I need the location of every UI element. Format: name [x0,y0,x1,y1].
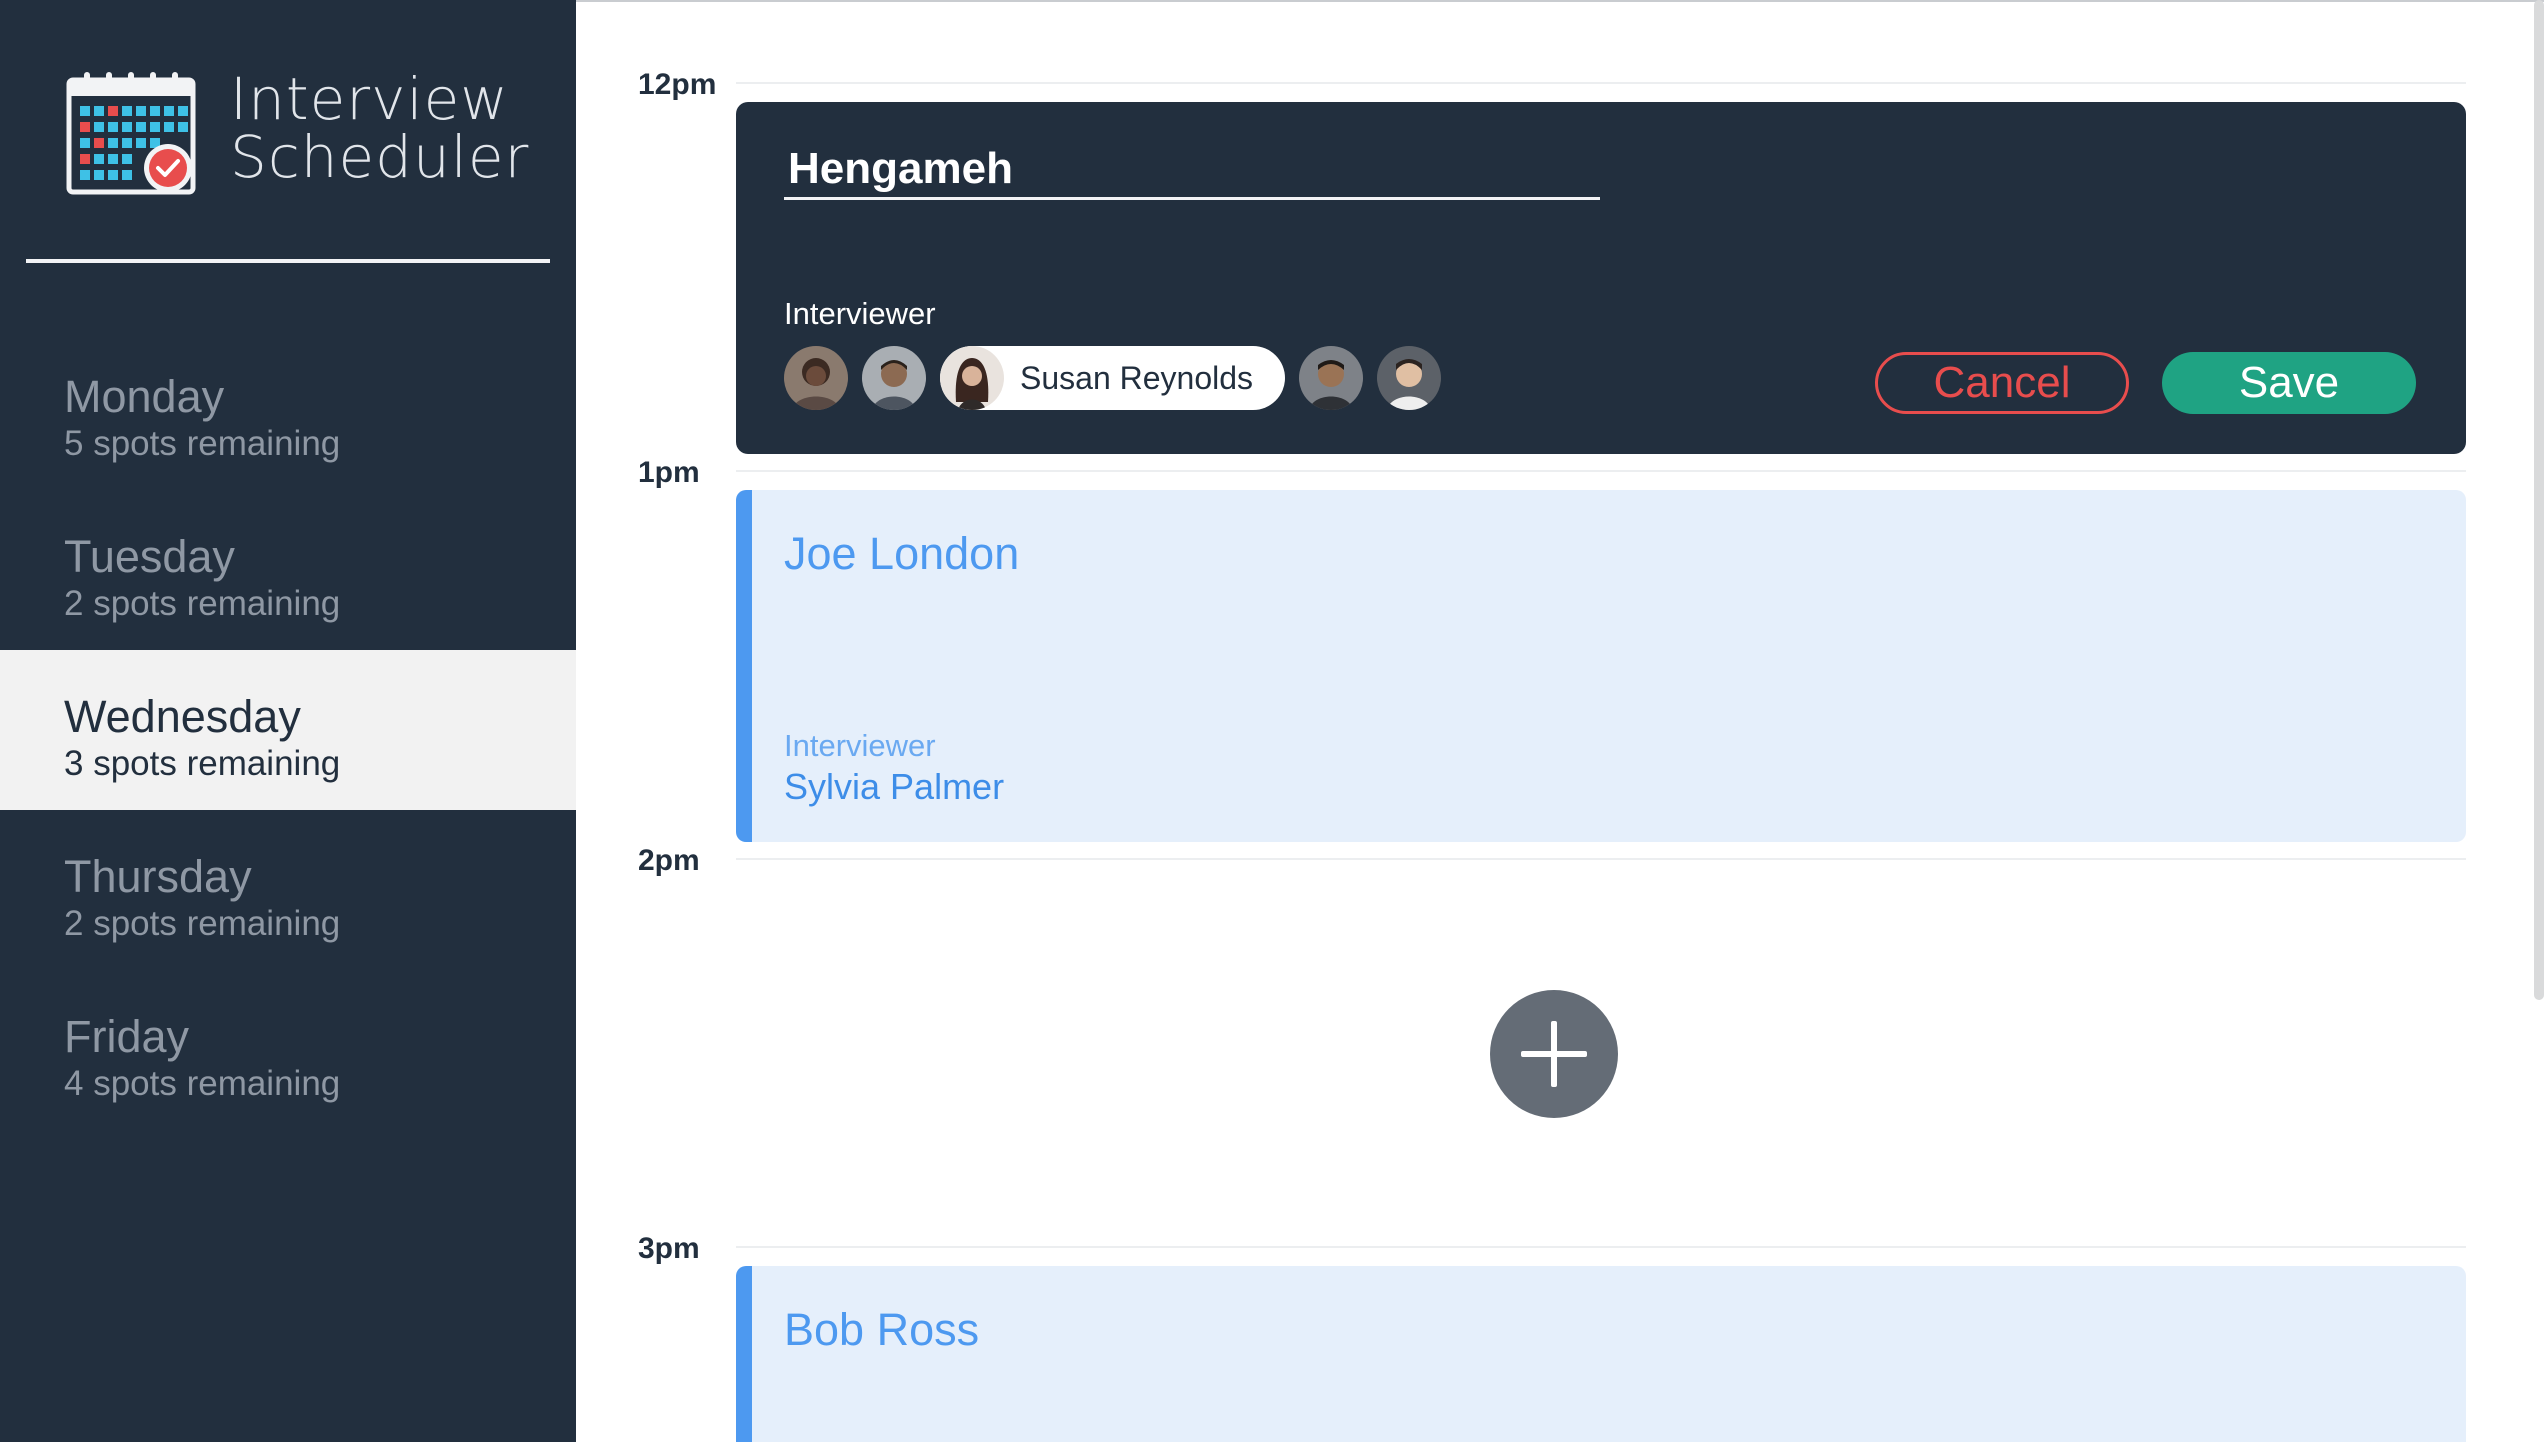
interviewer-avatar[interactable] [862,346,926,410]
interviewer-avatar[interactable] [1299,346,1364,410]
time-label-3pm: 3pm [638,1232,700,1265]
interviewer-list: Susan Reynolds [784,346,1455,410]
save-button[interactable]: Save [2162,352,2416,414]
sidebar: Interview Scheduler Monday 5 spots remai… [0,0,576,1442]
interviewer-avatar[interactable] [784,346,848,410]
appointment-form: Interviewer [736,102,2466,454]
day-item-tuesday[interactable]: Tuesday 2 spots remaining [0,490,576,650]
plus-icon [1521,1021,1587,1087]
day-item-thursday[interactable]: Thursday 2 spots remaining [0,810,576,970]
day-spots: 2 spots remaining [64,904,341,943]
app: Interview Scheduler Monday 5 spots remai… [0,0,2544,1442]
day-spots: 3 spots remaining [64,744,341,783]
day-name: Tuesday [64,531,235,582]
time-label-1pm: 1pm [638,456,700,489]
hour-divider [736,82,2466,84]
time-label-2pm: 2pm [638,844,700,877]
scrollbar[interactable] [2534,0,2544,1000]
appointment-interviewer-name: Sylvia Palmer [784,766,1005,807]
top-border [576,0,2544,2]
interviewer-avatar[interactable] [1377,346,1442,410]
hour-divider [736,1246,2466,1248]
interviewer-selected[interactable]: Susan Reynolds [940,346,1286,410]
day-item-friday[interactable]: Friday 4 spots remaining [0,970,576,1130]
interviewer-name: Susan Reynolds [1020,359,1254,396]
appointment-interviewer-label: Interviewer [784,728,936,763]
day-name: Thursday [64,851,252,902]
interviewer-label: Interviewer [784,296,936,331]
day-item-monday[interactable]: Monday 5 spots remaining [0,330,576,490]
student-name-input[interactable] [784,140,1600,200]
cancel-button[interactable]: Cancel [1875,352,2129,414]
add-appointment-button[interactable] [1490,990,1618,1118]
calendar-logo-icon [66,72,198,196]
appointment-student-name: Bob Ross [784,1304,980,1355]
hour-divider [736,858,2466,860]
day-spots: 5 spots remaining [64,424,341,463]
day-name: Wednesday [64,691,301,742]
interviewer-avatar [940,346,1004,410]
appointment-card[interactable]: Bob Ross [736,1266,2466,1442]
day-spots: 2 spots remaining [64,584,341,623]
day-spots: 4 spots remaining [64,1064,341,1103]
day-name: Friday [64,1011,190,1062]
app-title-line1: Interview [230,65,509,133]
app-title-line2: Scheduler [230,123,530,191]
appointment-student-name: Joe London [784,528,1020,579]
app-title: Interview Scheduler [230,70,529,186]
sidebar-divider [26,259,550,263]
day-item-wednesday[interactable]: Wednesday 3 spots remaining [0,650,576,810]
time-label-12pm: 12pm [638,68,717,101]
appointment-card[interactable]: Joe London Interviewer Sylvia Palmer [736,490,2466,842]
hour-divider [736,470,2466,472]
day-name: Monday [64,371,225,422]
